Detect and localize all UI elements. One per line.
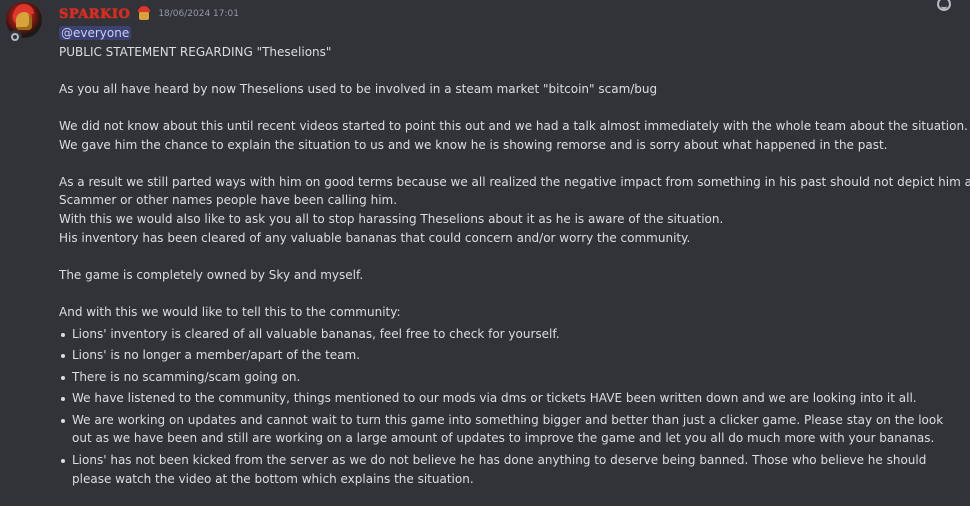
helmet: [16, 12, 32, 30]
list-item: We are working on updates and cannot wai…: [61, 411, 952, 448]
bullet-list: Lions' inventory is cleared of all valua…: [59, 325, 959, 489]
paragraph-2-line-2: We gave him the chance to explain the si…: [59, 137, 888, 152]
paragraph-3-line-3: With this we would also like to ask you …: [59, 211, 724, 226]
list-item: There is no scamming/scam going on.: [61, 368, 952, 387]
status-badge: [8, 30, 22, 44]
paragraph-4: The game is completely owned by Sky and …: [59, 267, 364, 282]
list-item: Lions' is no longer a member/apart of th…: [61, 346, 952, 365]
paragraph-3-line-1: As a result we still parted ways with hi…: [59, 174, 970, 189]
paragraph-3-line-2: Scammer or other names people have been …: [59, 193, 398, 208]
paragraph-5: And with this we would like to tell this…: [59, 304, 401, 319]
add-reaction-icon: [937, 0, 951, 11]
paragraph-2-line-1: We did not know about this until recent …: [59, 118, 968, 133]
add-reaction-button[interactable]: [930, 0, 958, 14]
chat-message: SPARKIO 18/06/2024 17:01 @everyone PUBLI…: [0, 0, 970, 506]
message-content: @everyone PUBLIC STATEMENT REGARDING "Th…: [59, 24, 970, 489]
username[interactable]: SPARKIO: [59, 7, 130, 22]
list-item: We have listened to the community, thing…: [61, 389, 952, 408]
status-icon: [11, 33, 19, 41]
list-item: Lions' has not been kicked from the serv…: [61, 451, 952, 488]
paragraph-3-line-4: His inventory has been cleared of any va…: [59, 230, 691, 245]
list-item: Lions' inventory is cleared of all valua…: [61, 325, 952, 344]
spartan-helmet-icon[interactable]: [136, 6, 152, 22]
timestamp[interactable]: 18/06/2024 17:01: [158, 9, 239, 19]
mention-line: @everyone: [59, 24, 959, 43]
paragraph-1: As you all have heard by now Theselions …: [59, 81, 658, 96]
message-header: SPARKIO 18/06/2024 17:01: [59, 4, 239, 24]
everyone-mention[interactable]: @everyone: [59, 26, 132, 40]
statement-title: PUBLIC STATEMENT REGARDING "Theselions": [59, 44, 332, 59]
